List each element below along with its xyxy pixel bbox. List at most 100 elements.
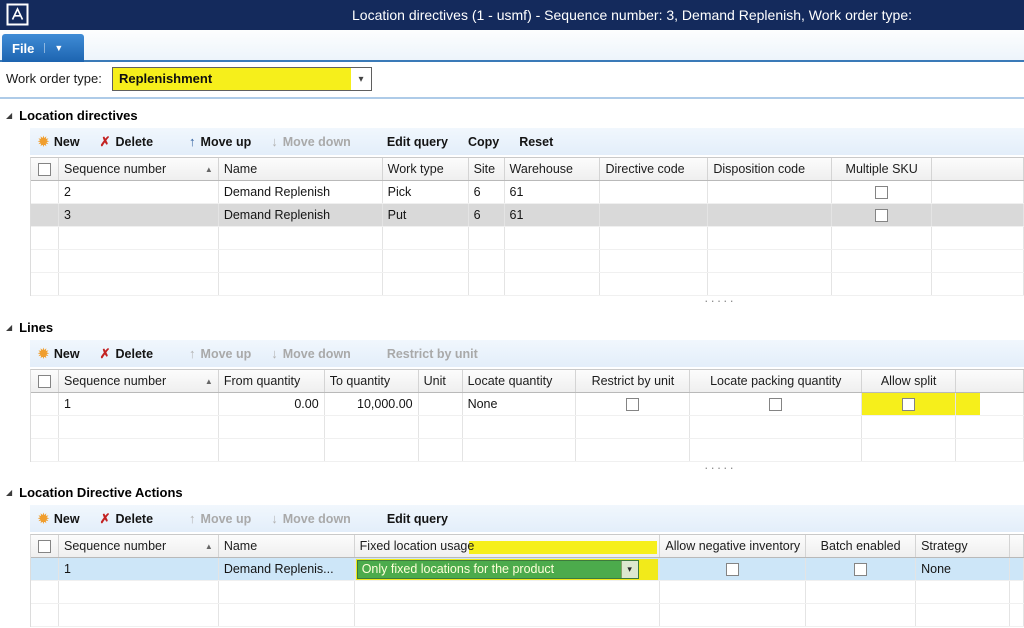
checkbox[interactable] — [769, 398, 782, 411]
toolbar-button-edit-query[interactable]: Edit query — [387, 512, 448, 526]
cell-empty — [505, 273, 601, 295]
file-menu-label: File — [2, 41, 44, 56]
cell-empty — [325, 416, 419, 438]
file-menu-button[interactable]: File ▼ — [2, 34, 84, 62]
col-header-label: From quantity — [224, 374, 300, 388]
col-header-from-quantity[interactable]: From quantity — [219, 370, 325, 392]
col-header-sequence-number[interactable]: Sequence number▲ — [59, 535, 219, 557]
col-header-select-all[interactable] — [31, 370, 59, 392]
cell-from-quantity: 0.00 — [219, 393, 325, 415]
cell-multiple-sku — [832, 181, 932, 203]
col-header-label: Batch enabled — [821, 539, 901, 553]
cell-empty — [932, 273, 1024, 295]
cell-unit — [419, 393, 463, 415]
col-header-to-quantity[interactable]: To quantity — [325, 370, 419, 392]
col-header-name[interactable]: Name — [219, 535, 355, 557]
arrow-up-icon: ↑ — [189, 511, 196, 526]
col-header-multiple-sku[interactable]: Multiple SKU — [832, 158, 932, 180]
cell-empty — [59, 604, 219, 626]
checkbox[interactable] — [902, 398, 915, 411]
checkbox[interactable] — [626, 398, 639, 411]
col-header-select-all[interactable] — [31, 158, 59, 180]
cell-empty — [383, 250, 469, 272]
cell-empty — [505, 227, 601, 249]
toolbar-button-new[interactable]: ✹New — [38, 346, 80, 362]
col-header-allow-negative-inventory[interactable]: Allow negative inventory — [660, 535, 806, 557]
cell-empty — [505, 250, 601, 272]
toolbar-button-copy[interactable]: Copy — [468, 135, 499, 149]
section-location-directives: ◢ Location directives ✹New ✗Delete ↑Move u… — [0, 104, 1024, 296]
section-header-location-directive-actions[interactable]: ◢ Location Directive Actions — [0, 481, 1024, 503]
checkbox[interactable] — [854, 563, 867, 576]
col-header-site[interactable]: Site — [469, 158, 505, 180]
toolbar-button-new[interactable]: ✹New — [38, 511, 80, 527]
fixed-location-usage-combobox[interactable]: Only fixed locations for the product▾ — [357, 560, 639, 579]
table-row[interactable]: 3Demand ReplenishPut661 — [31, 204, 1024, 227]
col-header-disposition-code[interactable]: Disposition code — [708, 158, 832, 180]
cell-empty — [383, 227, 469, 249]
checkbox[interactable] — [38, 375, 51, 388]
col-header-select-all[interactable] — [31, 535, 59, 557]
col-header-blank[interactable] — [956, 370, 1024, 392]
col-header-allow-split[interactable]: Allow split — [862, 370, 956, 392]
work-order-type-row: Work order type: Replenishment ▾ — [0, 62, 1024, 96]
col-header-restrict-by-unit[interactable]: Restrict by unit — [576, 370, 690, 392]
col-header-fixed-location-usage[interactable]: Fixed location usage — [355, 535, 661, 557]
cell-warehouse: 61 — [505, 181, 601, 203]
cell-sequence-number: 1 — [59, 558, 219, 580]
col-header-directive-code[interactable]: Directive code — [600, 158, 708, 180]
col-header-blank[interactable] — [932, 158, 1024, 180]
combo-caret-icon[interactable]: ▾ — [621, 561, 638, 578]
cell-empty — [219, 250, 383, 272]
col-header-blank[interactable] — [1010, 535, 1024, 557]
col-header-work-type[interactable]: Work type — [383, 158, 469, 180]
section-lines: ◢ Lines ✹New✗Delete↑Move up↓Move downRes… — [0, 316, 1024, 462]
toolbar-button-delete[interactable]: ✗Delete — [100, 511, 153, 527]
col-header-label: Unit — [424, 374, 446, 388]
chevron-down-icon: ▼ — [44, 43, 72, 53]
section-header-location-directives[interactable]: ◢ Location directives — [0, 104, 1024, 126]
col-header-locate-quantity[interactable]: Locate quantity — [463, 370, 577, 392]
col-header-strategy[interactable]: Strategy — [916, 535, 1010, 557]
col-header-label: Disposition code — [713, 162, 805, 176]
checkbox[interactable] — [38, 163, 51, 176]
toolbar-button-move-up[interactable]: ↑Move up — [189, 134, 251, 149]
cell-to-quantity: 10,000.00 — [325, 393, 419, 415]
splitter-handle[interactable]: ····· — [690, 296, 750, 308]
toolbar-button-delete[interactable]: ✗Delete — [100, 346, 153, 362]
col-header-sequence-number[interactable]: Sequence number▲ — [59, 158, 219, 180]
col-header-batch-enabled[interactable]: Batch enabled — [806, 535, 916, 557]
toolbar-button-label: Copy — [468, 135, 499, 149]
table-row[interactable]: 10.0010,000.00None — [31, 393, 1024, 416]
checkbox[interactable] — [38, 540, 51, 553]
checkbox[interactable] — [875, 209, 888, 222]
splitter-handle[interactable]: ····· — [690, 463, 750, 475]
work-order-type-combobox[interactable]: Replenishment ▾ — [112, 67, 372, 91]
section-header-lines[interactable]: ◢ Lines — [0, 316, 1024, 338]
table-row[interactable]: 1Demand Replenis...Only fixed locations … — [31, 558, 1024, 581]
col-header-unit[interactable]: Unit — [419, 370, 463, 392]
col-header-name[interactable]: Name — [219, 158, 383, 180]
col-header-label: Sequence number — [64, 539, 166, 553]
cell-empty — [31, 439, 59, 461]
cell-empty — [31, 227, 59, 249]
cell-empty — [576, 416, 690, 438]
table-row[interactable]: 2Demand ReplenishPick661 — [31, 181, 1024, 204]
col-header-sequence-number[interactable]: Sequence number▲ — [59, 370, 219, 392]
cell-empty — [355, 581, 661, 603]
col-header-label: Warehouse — [510, 162, 573, 176]
toolbar-button-delete[interactable]: ✗Delete — [100, 134, 153, 150]
checkbox[interactable] — [875, 186, 888, 199]
work-order-type-label: Work order type: — [6, 62, 102, 96]
col-header-warehouse[interactable]: Warehouse — [505, 158, 601, 180]
section-location-directive-actions: ◢ Location Directive Actions ✹New ✗Delete… — [0, 481, 1024, 627]
toolbar-button-edit-query[interactable]: Edit query — [387, 135, 448, 149]
combo-caret-icon[interactable]: ▾ — [351, 68, 371, 90]
toolbar-button-label: New — [54, 347, 80, 361]
toolbar-button-new[interactable]: ✹New — [38, 134, 80, 150]
grid-header-row: Sequence number▲NameWork typeSite Warehou… — [31, 158, 1024, 181]
col-header-locate-packing-quantity[interactable]: Locate packing quantity — [690, 370, 862, 392]
toolbar-button-reset[interactable]: Reset — [519, 135, 553, 149]
checkbox[interactable] — [726, 563, 739, 576]
cell-blank — [932, 181, 1024, 203]
